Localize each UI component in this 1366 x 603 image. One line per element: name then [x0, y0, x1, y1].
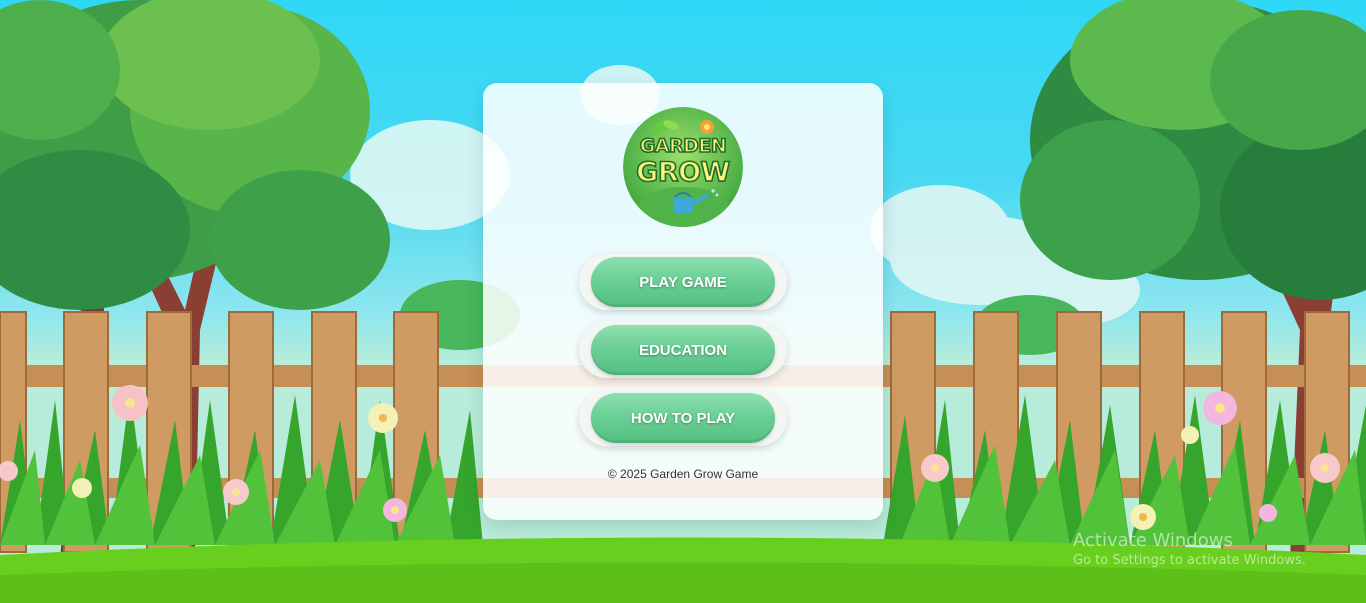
- watermark-subtitle: Go to Settings to activate Windows.: [1073, 553, 1306, 568]
- logo-title-line2: GROW: [635, 156, 731, 189]
- how-to-play-button[interactable]: HOW TO PLAY: [591, 393, 775, 443]
- copyright-footer: © 2025 Garden Grow Game: [607, 467, 759, 481]
- how-to-play-button-frame: HOW TO PLAY: [579, 390, 787, 446]
- garden-grow-logo: GARDEN GROW: [623, 107, 743, 227]
- play-game-button[interactable]: PLAY GAME: [591, 257, 775, 307]
- windows-activation-watermark: Activate Windows Go to Settings to activ…: [1073, 530, 1306, 568]
- flower-icon: [700, 120, 714, 134]
- main-menu-card: GARDEN GROW PLAY GAME EDUCATION HOW TO P…: [483, 83, 883, 520]
- education-button[interactable]: EDUCATION: [591, 325, 775, 375]
- education-button-frame: EDUCATION: [579, 322, 787, 378]
- play-game-button-frame: PLAY GAME: [579, 254, 787, 310]
- logo-title-line1: GARDEN: [639, 134, 728, 158]
- watermark-title: Activate Windows: [1073, 530, 1233, 551]
